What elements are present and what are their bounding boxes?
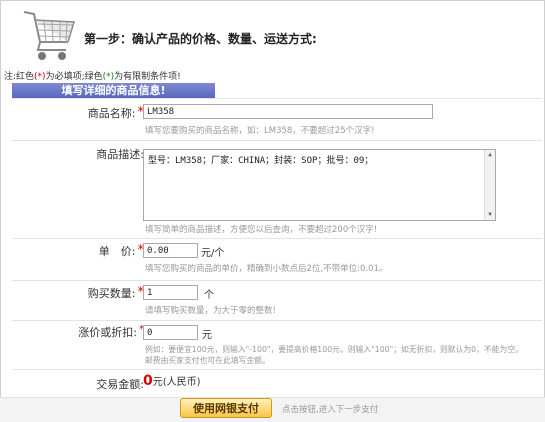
notice-suffix: 为有限制条件项! xyxy=(114,72,181,82)
unit-price-label: 单 价: * xyxy=(99,243,144,259)
quantity-input[interactable]: 1 xyxy=(143,285,198,300)
next-step-hint: 点击按钮,进入下一步支付 xyxy=(282,405,379,415)
unit-price-input[interactable]: 0.00 xyxy=(143,243,198,258)
row-product-desc: 商品描述: 型号：LM358；厂家：CHINA；封装：SOP；批号：09； ▲ … xyxy=(12,140,542,239)
total-label: 交易金额: xyxy=(96,378,144,391)
shopping-cart-icon xyxy=(23,11,75,60)
unit-price-hint: 填写您购买的商品的单价，精确到小数点后2位,不带单位:0.01。 xyxy=(145,264,388,274)
unit-price-label-text: 单 价: xyxy=(98,245,136,258)
row-quantity: 购买数量: * 1 个 请填写购买数量，为大于零的整数! xyxy=(12,280,542,321)
adjust-label: 涨价或折扣: * xyxy=(78,324,144,340)
product-name-label: 商品名称: * xyxy=(88,105,144,121)
product-desc-textarea[interactable]: 型号：LM358；厂家：CHINA；封装：SOP；批号：09； ▲ ▼ xyxy=(143,149,496,221)
notice-prefix: 注:红色 xyxy=(4,72,35,82)
notice-green-marker: (*) xyxy=(102,72,115,82)
adjust-hint-line2: 邮费由买家支付也可在此填写金额。 xyxy=(145,356,270,365)
quantity-label: 购买数量: * xyxy=(88,285,144,301)
product-name-input[interactable]: LM358 xyxy=(143,104,433,119)
quantity-hint: 请填写购买数量，为大于零的整数! xyxy=(145,306,276,316)
unit-price-unit: 元/个 xyxy=(201,248,225,259)
row-total: 交易金额: 0元(人民币) xyxy=(12,369,542,396)
product-name-label-text: 商品名称: xyxy=(87,107,136,120)
desc-scrollbar[interactable]: ▲ ▼ xyxy=(484,150,495,220)
total-unit: 元(人民币) xyxy=(152,377,201,388)
required-notice: 注:红色(*)为必填项;绿色(*)为有限制条件项! xyxy=(4,69,181,82)
adjust-hint-line1: 例如：要便宜100元，则输入"-100"，要提高价格100元，则输入"100"；… xyxy=(145,345,523,354)
adjust-unit: 元 xyxy=(202,330,212,341)
notice-red-marker: (*) xyxy=(34,72,46,82)
row-unit-price: 单 价: * 0.00 元/个 填写您购买的商品的单价，精确到小数点后2位,不带单… xyxy=(12,238,542,281)
total-amount: 0元(人民币) xyxy=(143,373,201,389)
product-desc-text: 型号：LM358；厂家：CHINA；封装：SOP；批号：09； xyxy=(148,156,374,166)
total-value: 0 xyxy=(143,373,153,389)
adjust-input[interactable]: 0 xyxy=(143,325,198,340)
pay-with-ebank-button[interactable]: 使用网银支付 xyxy=(180,398,272,418)
footer-bar xyxy=(0,397,545,422)
product-name-hint: 填写您要购买的商品名称，如：LM358，不要超过25个汉字! xyxy=(145,126,375,136)
product-desc-label: 商品描述: xyxy=(96,148,144,161)
row-product-name: 商品名称: * LM358 填写您要购买的商品名称，如：LM358，不要超过25个… xyxy=(12,98,542,141)
scroll-down-icon[interactable]: ▼ xyxy=(486,211,494,219)
notice-mid: 为必填项;绿色 xyxy=(45,72,103,82)
scroll-up-icon[interactable]: ▲ xyxy=(486,151,494,159)
row-adjust: 涨价或折扣: * 0 元 例如：要便宜100元，则输入"-100"，要提高价格10… xyxy=(12,320,542,370)
adjust-label-text: 涨价或折扣: xyxy=(78,326,137,339)
quantity-label-text: 购买数量: xyxy=(87,287,136,300)
quantity-unit: 个 xyxy=(204,290,214,301)
product-desc-hint: 填写简单的商品描述，方便您以后查询，不要超过200个汉字! xyxy=(145,225,378,235)
step-title: 第一步：确认产品的价格、数量、运送方式: xyxy=(84,32,317,46)
section-title: 填写详细的商品信息! xyxy=(12,83,215,98)
